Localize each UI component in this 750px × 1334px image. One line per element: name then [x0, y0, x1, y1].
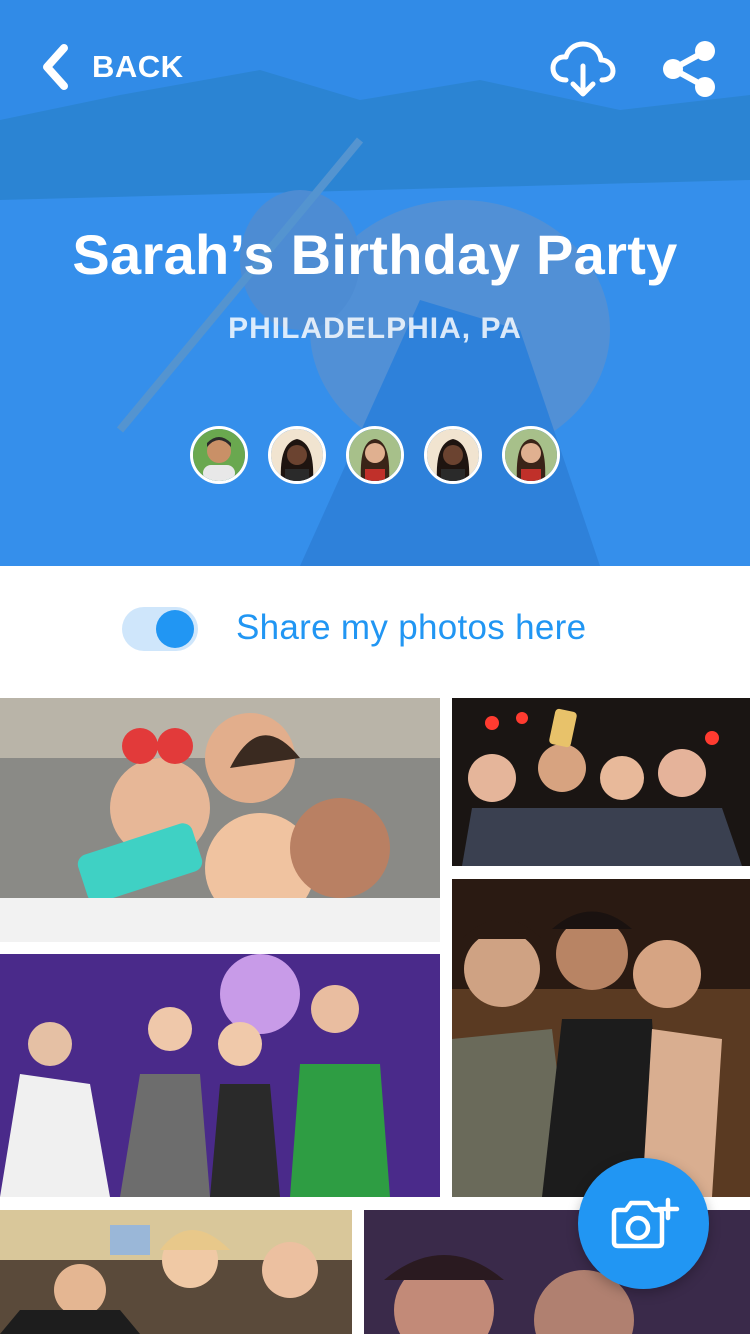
avatar-icon: [505, 429, 557, 481]
share-photos-label[interactable]: Share my photos here: [236, 608, 586, 648]
share-photos-toggle[interactable]: [122, 607, 198, 651]
back-button[interactable]: BACK: [40, 40, 184, 94]
photo-tile[interactable]: [0, 698, 440, 942]
attendee-avatar[interactable]: [502, 426, 560, 484]
attendee-avatar[interactable]: [346, 426, 404, 484]
avatar-icon: [271, 429, 323, 481]
photo-tile[interactable]: [452, 698, 750, 866]
attendee-avatar[interactable]: [268, 426, 326, 484]
event-location: PHILADELPHIA, PA: [228, 312, 522, 345]
add-photo-camera-icon: [611, 1197, 679, 1248]
share-icon: [663, 41, 715, 97]
top-bar: BACK: [0, 0, 750, 130]
avatar-icon: [193, 429, 245, 481]
back-label: BACK: [92, 49, 184, 84]
event-title: Sarah’s Birthday Party: [72, 223, 678, 286]
dance-party-photo: [0, 954, 440, 1197]
cloud-download-icon: [550, 41, 616, 97]
chevron-left-icon: [43, 44, 68, 90]
attendee-avatar[interactable]: [424, 426, 482, 484]
friends-night-photo: [452, 879, 750, 1197]
photo-tile[interactable]: [452, 879, 750, 1197]
group-selfie-photo: [452, 698, 750, 866]
attendee-avatar[interactable]: [190, 426, 248, 484]
avatar-icon: [427, 429, 479, 481]
toggle-knob: [156, 610, 194, 648]
photo-tile[interactable]: [0, 1210, 352, 1334]
avatar-icon: [349, 429, 401, 481]
photo-tile[interactable]: [0, 954, 440, 1197]
download-button[interactable]: [550, 40, 616, 98]
bar-group-photo: [0, 1210, 352, 1334]
add-photo-button[interactable]: [578, 1158, 709, 1289]
attendee-avatars: [0, 426, 750, 484]
share-button[interactable]: [656, 40, 722, 98]
party-selfie-photo: [0, 698, 440, 942]
